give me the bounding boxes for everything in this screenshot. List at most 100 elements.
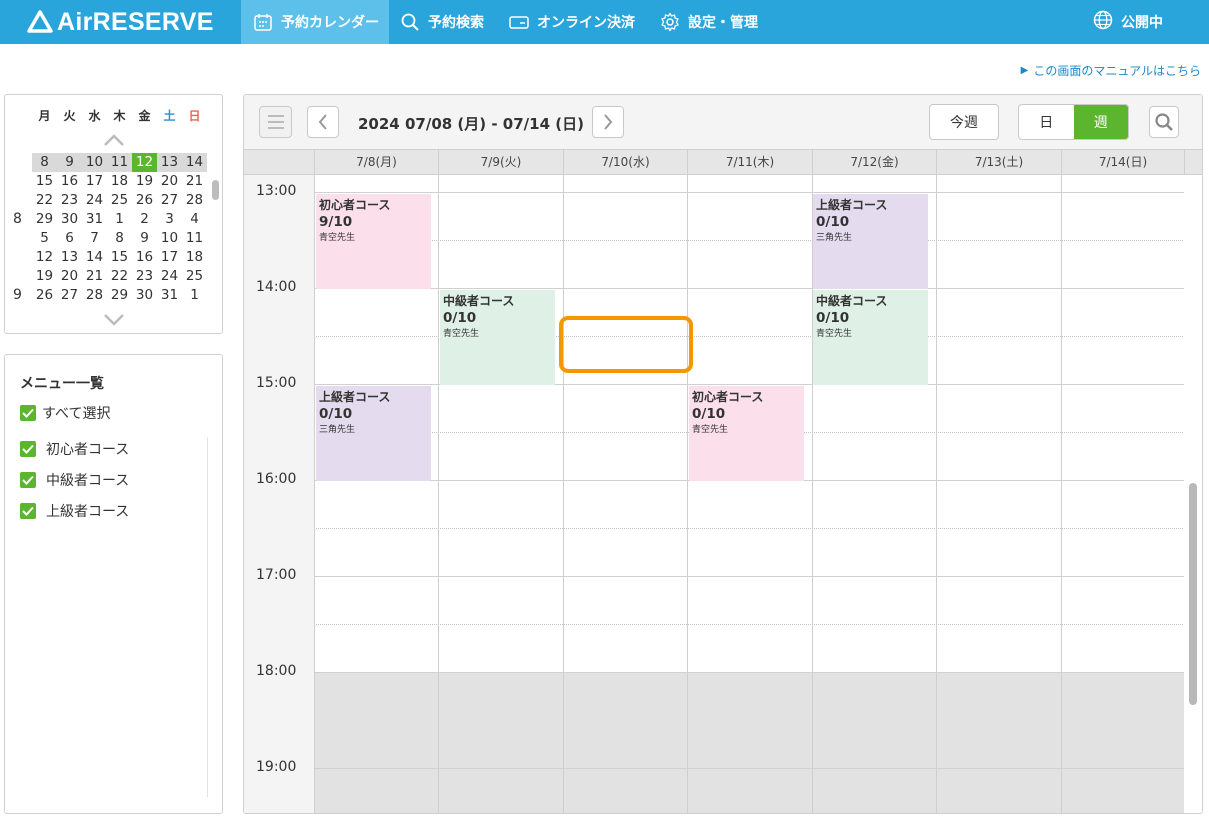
day-cell[interactable]: 18: [107, 172, 132, 191]
day-cell[interactable]: 12: [32, 248, 57, 267]
day-cell[interactable]: 17: [82, 172, 107, 191]
day-cell[interactable]: 9: [132, 229, 157, 248]
nav-online-payment[interactable]: オンライン決済: [509, 0, 635, 44]
week-row: 12 13 14 15 16 17 18: [32, 248, 207, 267]
day-cell[interactable]: 19: [132, 172, 157, 191]
week-view-button[interactable]: 週: [1073, 105, 1128, 139]
day-cell[interactable]: 2: [132, 210, 157, 229]
chevron-down-icon[interactable]: [102, 313, 126, 327]
day-cell[interactable]: 24: [157, 267, 182, 286]
nav-settings[interactable]: 設定・管理: [660, 0, 758, 44]
day-cell[interactable]: 11: [182, 229, 207, 248]
day-cell[interactable]: 17: [157, 248, 182, 267]
day-cell[interactable]: 10: [82, 153, 107, 172]
day-cell[interactable]: 8: [107, 229, 132, 248]
day-cell[interactable]: 31: [82, 210, 107, 229]
day-cell-today[interactable]: 12: [132, 153, 157, 172]
day-cell[interactable]: 22: [107, 267, 132, 286]
day-cell[interactable]: 16: [57, 172, 82, 191]
menu-item-intermediate[interactable]: 中級者コース: [20, 470, 129, 490]
day-cell[interactable]: 20: [57, 267, 82, 286]
day-cell[interactable]: 20: [157, 172, 182, 191]
day-cell[interactable]: 23: [132, 267, 157, 286]
day-cell[interactable]: 15: [32, 172, 57, 191]
day-cell[interactable]: 8: [32, 153, 57, 172]
day-cell[interactable]: 4: [182, 210, 207, 229]
select-all-checkbox[interactable]: すべて選択: [20, 403, 110, 423]
scrollbar-thumb[interactable]: [212, 180, 219, 200]
event-block[interactable]: 上級者コース 0/10 三角先生: [316, 386, 431, 481]
airreserve-logo[interactable]: AirRESERVE: [26, 8, 214, 36]
day-cell[interactable]: 28: [82, 286, 107, 303]
day-cell[interactable]: 13: [157, 153, 182, 172]
scrollbar-thumb[interactable]: [1189, 483, 1197, 705]
day-cell[interactable]: 23: [57, 191, 82, 210]
day-cell[interactable]: 1: [107, 210, 132, 229]
day-cell[interactable]: 3: [157, 210, 182, 229]
day-cell[interactable]: 28: [182, 191, 207, 210]
day-cell[interactable]: 21: [82, 267, 107, 286]
day-cell[interactable]: 19: [32, 267, 57, 286]
event-block[interactable]: 中級者コース 0/10 青空先生: [440, 290, 555, 385]
day-cell[interactable]: 1: [182, 286, 207, 303]
menu-item-beginner[interactable]: 初心者コース: [20, 439, 129, 459]
day-cell[interactable]: 27: [157, 191, 182, 210]
chevron-up-icon[interactable]: [102, 133, 126, 147]
column-line: [438, 175, 439, 813]
manual-link[interactable]: ▶ この画面のマニュアルはこちら: [1021, 62, 1201, 79]
day-cell[interactable]: 14: [182, 153, 207, 172]
menu-item-advanced[interactable]: 上級者コース: [20, 501, 129, 521]
event-block[interactable]: 初心者コース 0/10 青空先生: [689, 386, 804, 481]
event-name: 中級者コース: [816, 294, 888, 308]
mini-calendar-scrollbar[interactable]: [211, 153, 220, 303]
event-block[interactable]: 上級者コース 0/10 三角先生: [813, 194, 928, 289]
previous-week-button[interactable]: [307, 106, 339, 138]
search-button[interactable]: [1149, 106, 1179, 138]
day-cell[interactable]: 26: [32, 286, 57, 303]
event-block[interactable]: 中級者コース 0/10 青空先生: [813, 290, 928, 385]
event-capacity: 0/10: [816, 310, 850, 326]
day-cell[interactable]: 9: [57, 153, 82, 172]
day-cell[interactable]: 6: [57, 229, 82, 248]
day-cell[interactable]: 31: [157, 286, 182, 303]
day-cell[interactable]: 5: [32, 229, 57, 248]
publish-status[interactable]: 公開中: [1093, 0, 1163, 44]
menu-list-title: メニュー一覧: [20, 376, 104, 392]
day-cell[interactable]: 30: [132, 286, 157, 303]
menu-toggle-button[interactable]: [259, 106, 292, 138]
day-view-button[interactable]: 日: [1019, 105, 1074, 139]
day-cell[interactable]: 27: [57, 286, 82, 303]
day-cell[interactable]: 10: [157, 229, 182, 248]
publish-status-label: 公開中: [1121, 15, 1163, 31]
day-cell[interactable]: 29: [32, 210, 57, 229]
day-cell[interactable]: 7: [82, 229, 107, 248]
day-cell[interactable]: 24: [82, 191, 107, 210]
day-cell[interactable]: 18: [182, 248, 207, 267]
calendar-scrollbar[interactable]: [1186, 175, 1200, 813]
day-cell[interactable]: 11: [107, 153, 132, 172]
hour-line: [314, 672, 1184, 673]
day-cell[interactable]: 15: [107, 248, 132, 267]
day-cell[interactable]: 26: [132, 191, 157, 210]
day-cell[interactable]: 25: [182, 267, 207, 286]
next-week-button[interactable]: [592, 106, 624, 138]
weekday-label: 水: [88, 109, 101, 123]
event-block[interactable]: 初心者コース 9/10 青空先生: [316, 194, 431, 289]
time-grid[interactable]: 13:00 14:00 15:00 16:00 17:00 18:00 19:0…: [244, 175, 1184, 813]
menu-scrollbar-track[interactable]: [207, 437, 208, 797]
week-row: 26 27 28 29 30 31 1: [32, 286, 207, 303]
this-week-button[interactable]: 今週: [929, 104, 999, 140]
day-header: 7/12(金): [812, 150, 936, 174]
day-cell[interactable]: 29: [107, 286, 132, 303]
day-cell[interactable]: 22: [32, 191, 57, 210]
day-cell[interactable]: 25: [107, 191, 132, 210]
day-cell[interactable]: 30: [57, 210, 82, 229]
day-cell[interactable]: 16: [132, 248, 157, 267]
day-cell[interactable]: 13: [57, 248, 82, 267]
selected-slot-highlight[interactable]: [559, 316, 693, 373]
nav-reservation-search[interactable]: 予約検索: [400, 0, 484, 44]
nav-reservation-calendar[interactable]: 予約カレンダー: [241, 0, 389, 44]
day-cell[interactable]: 14: [82, 248, 107, 267]
day-cell[interactable]: 21: [182, 172, 207, 191]
nav-label: 予約カレンダー: [281, 15, 379, 31]
